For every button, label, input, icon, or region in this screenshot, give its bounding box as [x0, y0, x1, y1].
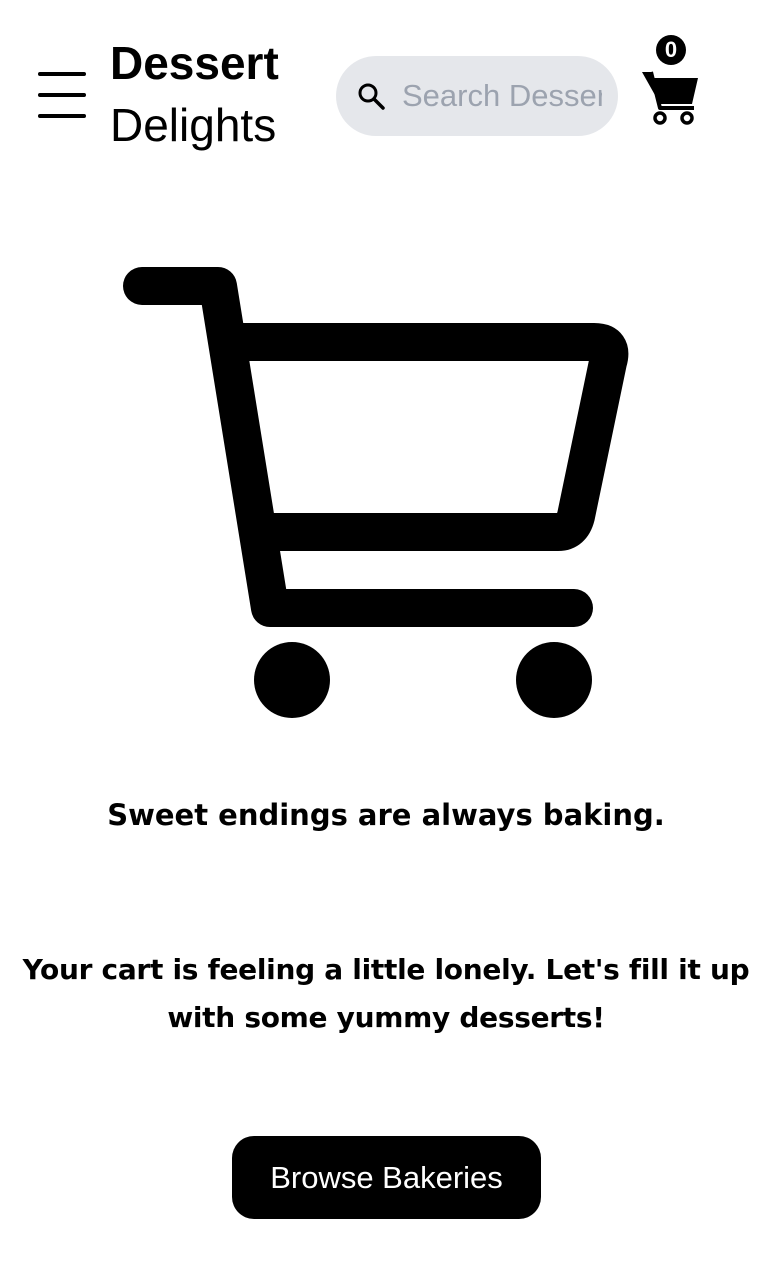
cart-button[interactable]: 0 — [638, 34, 702, 130]
search-input[interactable] — [402, 78, 602, 114]
empty-cart-message: Your cart is feeling a little lonely. Le… — [22, 953, 750, 1034]
cart-icon — [642, 71, 698, 125]
empty-cart-icon — [123, 267, 629, 718]
empty-cart-headline: Sweet endings are always baking. — [107, 798, 665, 832]
search-bar — [336, 56, 618, 136]
page: Dessert Delights 0 Swe — [0, 0, 772, 1286]
menu-icon[interactable] — [38, 72, 86, 118]
menu-bar — [38, 93, 86, 97]
browse-bakeries-button[interactable]: Browse Bakeries — [232, 1136, 541, 1219]
menu-bar — [38, 72, 86, 76]
brand-subtitle: Delights — [110, 99, 277, 151]
search-icon[interactable] — [356, 81, 386, 111]
cart-count-badge: 0 — [656, 35, 686, 65]
menu-bar — [38, 114, 86, 118]
brand-title: Dessert — [110, 37, 279, 89]
brand-logo[interactable]: Dessert Delights — [110, 40, 279, 148]
